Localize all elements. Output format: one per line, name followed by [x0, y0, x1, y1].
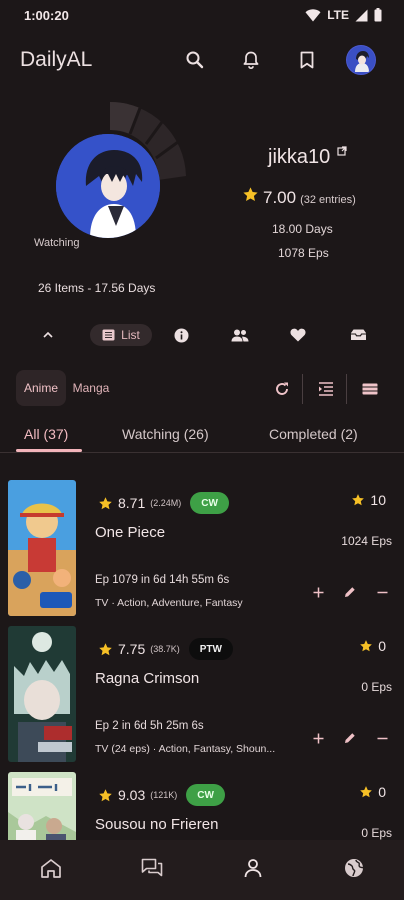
user-score-value: 10: [370, 492, 386, 508]
list-item[interactable]: 7.75 (38.7K) PTW Ragna Crimson Ep 2 in 6…: [8, 626, 396, 764]
cover-image[interactable]: [8, 480, 76, 616]
star-icon: [242, 186, 259, 203]
list-item[interactable]: 9.03 (121K) CW Sousou no Frieren 0 0 Eps: [8, 772, 396, 840]
entry-title: Sousou no Frieren: [95, 816, 219, 833]
star-icon: [351, 493, 365, 507]
tab-completed[interactable]: Completed (2): [269, 426, 358, 442]
tab-watching[interactable]: Watching (26): [122, 426, 209, 442]
user-score-value: 0: [378, 784, 386, 800]
user-score[interactable]: 10: [351, 492, 386, 508]
star-icon: [98, 496, 113, 511]
profile-avatar[interactable]: [56, 134, 160, 238]
battery-icon: [374, 8, 382, 22]
tab-all[interactable]: All (37): [24, 426, 68, 442]
avatar-status-label: Watching: [34, 237, 80, 249]
popularity-count: (2.24M): [150, 498, 182, 508]
list-item[interactable]: 8.71 (2.24M) CW One Piece Ep 1079 in 6d …: [8, 480, 396, 618]
list-icon: [102, 329, 115, 341]
entry-actions: [310, 730, 390, 746]
watched-episodes: 1024 Eps: [341, 534, 392, 548]
entry-title: Ragna Crimson: [95, 670, 200, 687]
status-badge[interactable]: PTW: [188, 638, 233, 660]
mal-score: 9.03 (121K) CW: [98, 784, 225, 806]
popularity-count: (38.7K): [150, 644, 180, 654]
cover-image[interactable]: [8, 626, 76, 762]
cover-image[interactable]: [8, 772, 76, 840]
star-icon: [98, 788, 113, 803]
mean-score: 7.00 (32 entries): [242, 186, 356, 208]
refresh-icon[interactable]: [270, 377, 294, 401]
user-score[interactable]: 0: [359, 784, 386, 800]
bell-icon[interactable]: [237, 46, 265, 74]
watched-episodes: 0 Eps: [361, 826, 392, 840]
edit-pencil-icon[interactable]: [342, 730, 358, 746]
minus-icon[interactable]: [374, 584, 390, 600]
info-icon[interactable]: [170, 324, 192, 346]
tabs-divider: [0, 452, 404, 453]
plus-icon[interactable]: [310, 584, 326, 600]
star-icon: [98, 642, 113, 657]
globe-icon[interactable]: [342, 856, 366, 880]
bookmark-icon[interactable]: [293, 46, 321, 74]
status-time: 1:00:20: [24, 8, 69, 23]
history-icon[interactable]: [346, 324, 370, 346]
score-value: 8.71: [118, 495, 146, 511]
status-icons: LTE: [305, 8, 382, 22]
tab-list[interactable]: List: [90, 324, 152, 346]
friends-icon[interactable]: [228, 324, 252, 346]
favorites-heart-icon[interactable]: [286, 324, 310, 346]
next-episode: Ep 2 in 6d 5h 25m 6s: [95, 720, 204, 732]
entry-genres: TV · Action, Adventure, Fantasy: [95, 597, 243, 609]
popularity-count: (121K): [150, 790, 178, 800]
days-stat: 18.00 Days: [272, 222, 333, 236]
entry-title: One Piece: [95, 524, 166, 541]
sort-icon[interactable]: [314, 377, 338, 401]
avatar[interactable]: [346, 45, 376, 75]
collapse-chevron-icon[interactable]: [36, 324, 60, 346]
username-text: jikka10: [268, 146, 331, 168]
star-icon: [359, 639, 373, 653]
user-score[interactable]: 0: [359, 638, 386, 654]
list-view-icon[interactable]: [358, 377, 382, 401]
entries-count: (32 entries): [300, 194, 356, 206]
app-title: DailyAL: [20, 48, 93, 71]
episodes-stat: 1078 Eps: [278, 246, 329, 260]
mal-score: 8.71 (2.24M) CW: [98, 492, 229, 514]
minus-icon[interactable]: [374, 730, 390, 746]
home-icon[interactable]: [39, 856, 63, 880]
user-score-value: 0: [378, 638, 386, 654]
items-days-summary: 26 Items - 17.56 Days: [38, 281, 156, 295]
plus-icon[interactable]: [310, 730, 326, 746]
status-bar: 1:00:20 LTE: [0, 0, 404, 30]
tab-list-label: List: [121, 328, 140, 342]
score-value: 7.75: [118, 641, 146, 657]
search-icon[interactable]: [181, 46, 209, 74]
bottom-navigation: [0, 840, 404, 900]
status-badge[interactable]: CW: [186, 784, 225, 806]
forum-icon[interactable]: [140, 856, 164, 880]
entry-actions: [310, 584, 390, 600]
score-value: 9.03: [118, 787, 146, 803]
edit-pencil-icon[interactable]: [342, 584, 358, 600]
next-episode: Ep 1079 in 6d 14h 55m 6s: [95, 574, 230, 586]
signal-icon: [355, 9, 368, 22]
network-type: LTE: [327, 8, 349, 22]
external-link-icon[interactable]: [337, 146, 347, 156]
profile-icon[interactable]: [241, 856, 265, 880]
status-badge[interactable]: CW: [190, 492, 229, 514]
star-icon: [359, 785, 373, 799]
media-type-toggle: Anime Manga: [16, 370, 116, 406]
entry-genres: TV (24 eps) · Action, Fantasy, Shoun...: [95, 743, 276, 755]
watched-episodes: 0 Eps: [361, 680, 392, 694]
username[interactable]: jikka10: [268, 146, 347, 169]
anime-toggle[interactable]: Anime: [16, 370, 66, 406]
wifi-icon: [305, 8, 321, 22]
toolbar-divider: [346, 374, 347, 404]
manga-toggle[interactable]: Manga: [66, 370, 116, 406]
toolbar-divider: [302, 374, 303, 404]
mean-score-value: 7.00: [263, 188, 297, 207]
mal-score: 7.75 (38.7K) PTW: [98, 638, 233, 660]
